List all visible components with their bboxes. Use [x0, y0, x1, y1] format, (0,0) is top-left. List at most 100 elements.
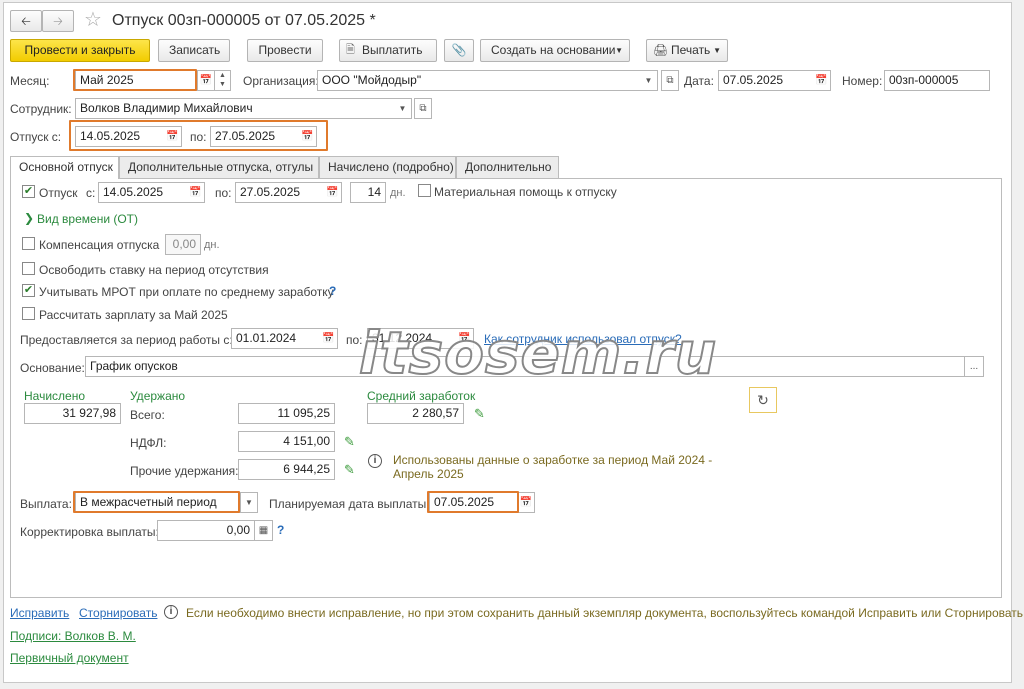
planned-date-label: Планируемая дата выплаты: — [269, 497, 430, 511]
vacation-from-label: Отпуск с: — [10, 130, 62, 144]
ndfl-label: НДФЛ: — [130, 436, 167, 450]
mrot-checkbox[interactable]: ✔ — [22, 284, 35, 297]
period-to-input[interactable]: 31.12.2024 — [367, 328, 457, 349]
pay-button[interactable]: 🗎 Выплатить — [339, 39, 437, 62]
basis-select-button[interactable]: ... — [964, 356, 984, 377]
number-input[interactable]: 00зп-000005 — [884, 70, 990, 91]
basis-label: Основание: — [20, 361, 85, 375]
help-question-icon[interactable]: ? — [277, 523, 284, 537]
correction-label: Корректировка выплаты: — [20, 525, 159, 539]
calendar-icon[interactable]: 📅 — [324, 182, 342, 203]
favorite-star-icon[interactable]: ☆ — [84, 9, 102, 31]
calendar-icon[interactable]: 📅 — [456, 328, 474, 349]
create-based-label: Создать на основании — [491, 43, 616, 57]
open-link-icon[interactable]: ⧉ — [414, 98, 432, 119]
chevron-right-icon[interactable]: ❯ — [24, 211, 34, 225]
vacation-period-highlight — [69, 120, 328, 151]
period-to-label: по: — [346, 333, 363, 347]
planned-date-highlight — [427, 491, 519, 513]
calc-salary-label: Рассчитать зарплату за Май 2025 — [39, 308, 228, 322]
back-button[interactable]: 🡠 — [10, 10, 42, 32]
calendar-icon[interactable]: 📅 — [320, 328, 338, 349]
reverse-link[interactable]: Сторнировать — [79, 606, 157, 620]
time-type-toggle[interactable]: Вид времени (ОТ) — [37, 212, 138, 226]
vacation-end-input[interactable]: 27.05.2025 — [235, 182, 325, 203]
open-link-icon[interactable]: ⧉ — [661, 70, 679, 91]
chevron-down-icon: ▼ — [615, 46, 623, 55]
period-from-input[interactable]: 01.01.2024 — [231, 328, 321, 349]
print-button[interactable]: 🖨 Печать ▼ — [646, 39, 728, 62]
mrot-label: Учитывать МРОТ при оплате по среднему за… — [39, 285, 334, 299]
attach-button[interactable]: 📎 — [444, 39, 474, 62]
material-help-checkbox[interactable] — [418, 184, 431, 197]
how-used-vacation-link[interactable]: Как сотрудник использовал отпуск? — [484, 332, 682, 346]
calendar-icon[interactable]: 📅 — [187, 182, 205, 203]
fix-link[interactable]: Исправить — [10, 606, 69, 620]
vacation-check-label: Отпуск — [39, 186, 78, 200]
post-and-close-button[interactable]: Провести и закрыть — [10, 39, 150, 62]
compensation-days-input: 0,00 — [165, 234, 201, 255]
total-value: 11 095,25 — [238, 403, 335, 424]
month-highlight — [73, 69, 197, 91]
fix-info-text: Если необходимо внести исправление, но п… — [186, 606, 1024, 620]
basis-input[interactable]: График опусков — [85, 356, 965, 377]
tab-additional[interactable]: Дополнительно — [456, 156, 559, 179]
vacation-checkbox[interactable]: ✔ — [22, 185, 35, 198]
tab-accrued-detailed[interactable]: Начислено (подробно) — [319, 156, 456, 179]
payment-label: Выплата: — [20, 497, 72, 511]
document-icon: 🗎 — [346, 44, 355, 56]
calendar-icon[interactable]: 📅 — [517, 492, 535, 513]
date-input[interactable]: 07.05.2025 — [718, 70, 814, 91]
create-based-button[interactable]: Создать на основании ▼ — [480, 39, 630, 62]
accrued-value: 31 927,98 — [24, 403, 121, 424]
calc-salary-checkbox[interactable] — [22, 307, 35, 320]
payment-dropdown[interactable]: ▼ — [240, 492, 258, 513]
days-input[interactable]: 14 — [350, 182, 386, 203]
total-label: Всего: — [130, 408, 165, 422]
pencil-icon[interactable]: ✎ — [344, 463, 358, 477]
withheld-title: Удержано — [130, 389, 186, 403]
refresh-icon: ↻ — [757, 392, 769, 408]
arrow-right-icon: 🡢 — [53, 14, 63, 28]
active-tab-join — [11, 177, 118, 179]
organization-input[interactable]: ООО "Мойдодыр" — [317, 70, 641, 91]
calendar-icon[interactable]: 📅 — [813, 70, 831, 91]
help-question-icon[interactable]: ? — [329, 284, 336, 298]
days-unit: дн. — [390, 187, 406, 199]
earnings-info-text: Использованы данные о заработке за перио… — [393, 453, 713, 481]
info-icon: i — [368, 454, 382, 468]
average-earnings-title: Средний заработок — [367, 389, 476, 403]
forward-button[interactable]: 🡢 — [42, 10, 74, 32]
release-rate-checkbox[interactable] — [22, 262, 35, 275]
pencil-icon[interactable]: ✎ — [474, 407, 488, 421]
calendar-icon[interactable]: 📅 — [197, 70, 215, 91]
month-label: Месяц: — [10, 74, 50, 88]
calculator-icon[interactable]: ▦ — [255, 520, 273, 541]
vacation-start-input[interactable]: 14.05.2025 — [98, 182, 188, 203]
vacation-from-small-label: с: — [86, 186, 96, 200]
employee-dropdown[interactable]: ▼ — [394, 98, 412, 119]
arrow-left-icon: 🡠 — [21, 14, 31, 28]
document-window: 🡠 🡢 ☆ Отпуск 00зп-000005 от 07.05.2025 *… — [3, 2, 1023, 683]
printer-icon: 🖨 — [653, 43, 669, 57]
release-rate-label: Освободить ставку на период отсутствия — [39, 263, 269, 277]
primary-document-link[interactable]: Первичный документ — [10, 651, 129, 665]
compensation-label: Компенсация отпуска — [39, 238, 160, 252]
tab-additional-vacations[interactable]: Дополнительные отпуска, отгулы — [119, 156, 319, 179]
organization-label: Организация: — [243, 74, 319, 88]
tab-main-vacation[interactable]: Основной отпуск — [10, 156, 119, 179]
date-label: Дата: — [684, 74, 714, 88]
signatures-link[interactable]: Подписи: Волков В. М. — [10, 629, 136, 643]
post-button[interactable]: Провести — [247, 39, 323, 62]
employee-input[interactable]: Волков Владимир Михайлович — [75, 98, 395, 119]
correction-input[interactable]: 0,00 — [157, 520, 255, 541]
refresh-button[interactable]: ↻ — [749, 387, 777, 413]
compensation-checkbox[interactable] — [22, 237, 35, 250]
other-withholdings-label: Прочие удержания: — [130, 464, 239, 478]
pencil-icon[interactable]: ✎ — [344, 435, 358, 449]
organization-dropdown[interactable]: ▼ — [640, 70, 658, 91]
period-label: Предоставляется за период работы с: — [20, 333, 233, 347]
month-stepper[interactable]: ▲ ▼ — [215, 70, 231, 91]
print-button-label: Печать — [671, 43, 711, 57]
save-button[interactable]: Записать — [158, 39, 230, 62]
